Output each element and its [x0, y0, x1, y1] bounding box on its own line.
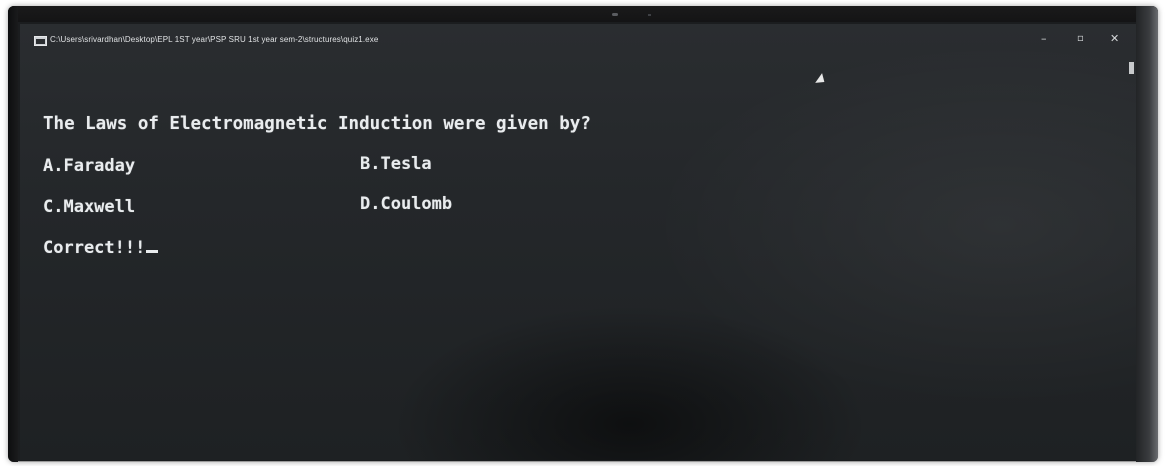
monitor-bezel-top — [8, 6, 1158, 22]
result-line: Correct!!! — [43, 238, 159, 258]
option-a: A.Faraday — [43, 156, 136, 176]
question-text: The Laws of Electromagnetic Induction we… — [43, 114, 591, 134]
monitor-bezel-right — [1136, 6, 1158, 462]
minimize-button[interactable]: – — [1041, 33, 1047, 45]
option-c: C.Maxwell — [43, 197, 136, 217]
option-b: B.Tesla — [360, 154, 432, 174]
console-window: C:\Users\srivardhan\Desktop\EPL 1ST year… — [20, 24, 1136, 460]
maximize-button[interactable]: ▫ — [1077, 33, 1084, 45]
monitor-photo: C:\Users\srivardhan\Desktop\EPL 1ST year… — [8, 6, 1158, 462]
close-button[interactable]: ✕ — [1110, 33, 1119, 45]
webcam-sensor-icon — [648, 14, 651, 16]
scrollbar-thumb[interactable] — [1129, 62, 1134, 74]
console-titlebar[interactable]: C:\Users\srivardhan\Desktop\EPL 1ST year… — [20, 24, 1136, 54]
console-window-icon[interactable] — [34, 36, 47, 46]
result-text: Correct!!! — [43, 238, 146, 258]
webcam-icon — [612, 13, 618, 16]
window-title: C:\Users\srivardhan\Desktop\EPL 1ST year… — [50, 35, 379, 44]
monitor-bezel-left — [8, 6, 18, 462]
text-cursor — [146, 250, 159, 253]
screenshot-frame: C:\Users\srivardhan\Desktop\EPL 1ST year… — [0, 0, 1169, 466]
option-d: D.Coulomb — [360, 194, 453, 214]
